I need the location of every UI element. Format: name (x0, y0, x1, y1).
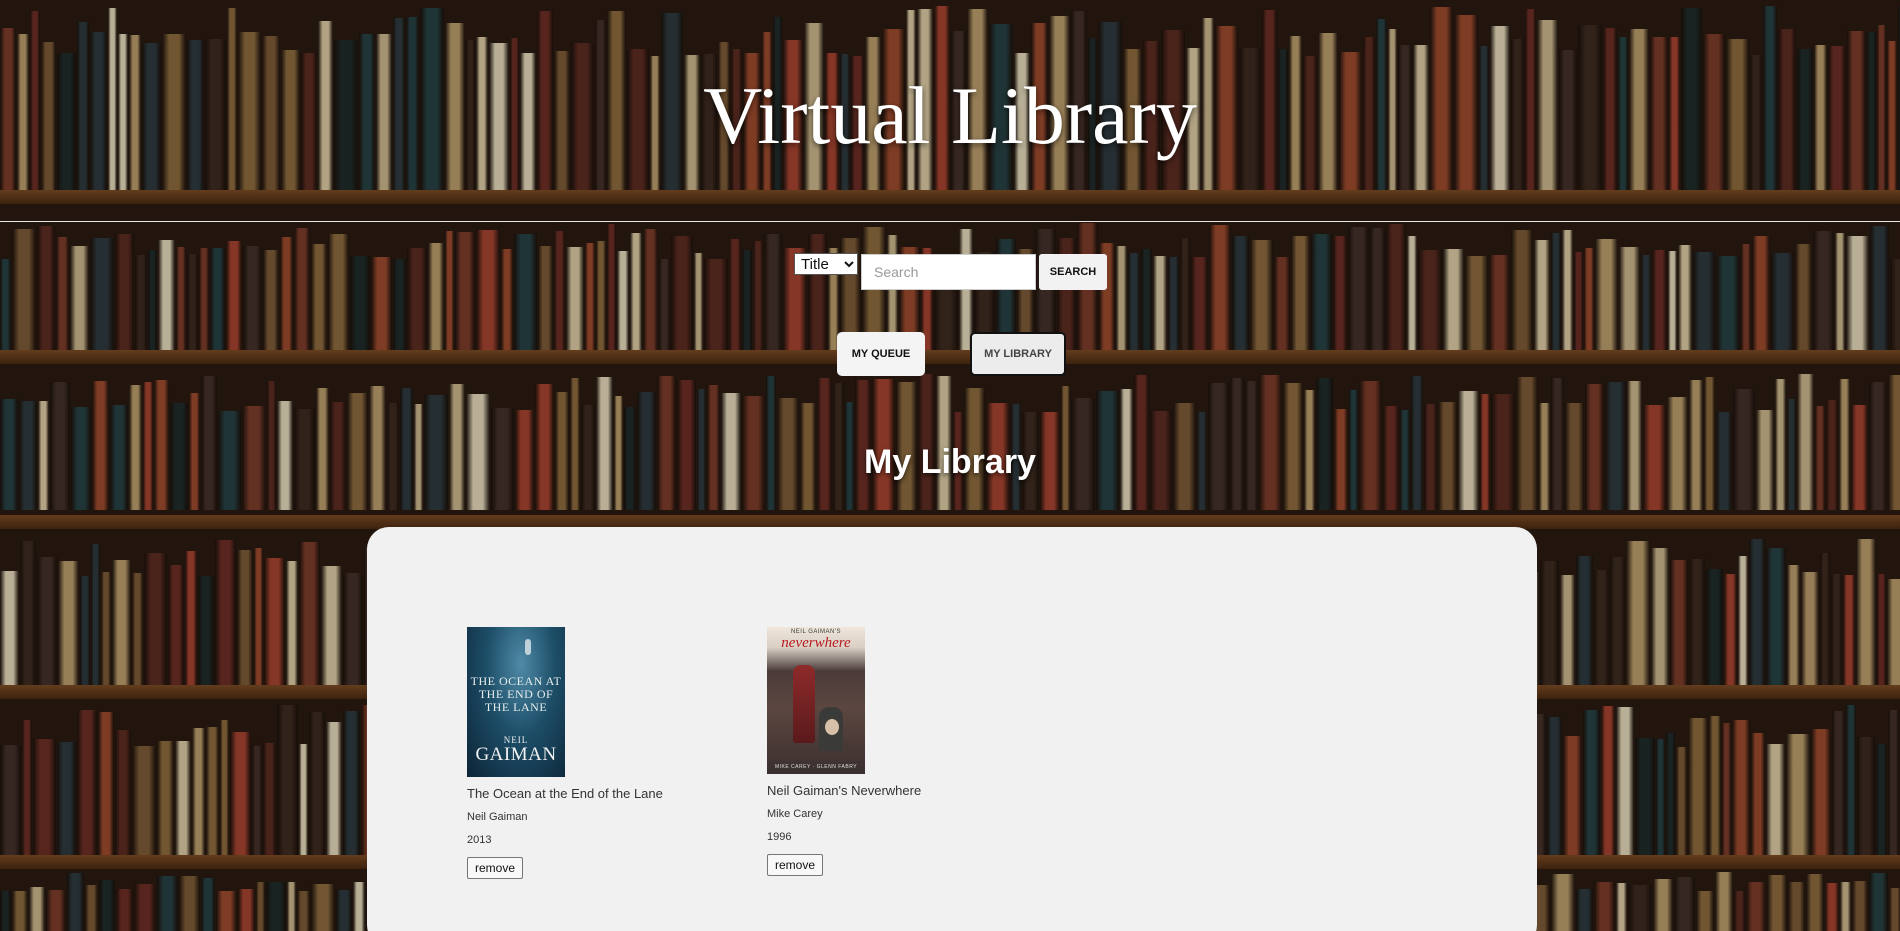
header-divider (0, 221, 1900, 222)
cover-author-last: GAIMAN (475, 744, 557, 765)
section-heading: My Library (864, 443, 1036, 481)
book-card: NEIL GAIMAN'S neverwhere MIKE CAREY · GL… (767, 627, 921, 876)
book-title: Neil Gaiman's Neverwhere (767, 783, 922, 798)
book-author: Mike Carey (767, 808, 823, 820)
cover-title-text: neverwhere (781, 635, 851, 651)
cover-author-text: NEIL GAIMAN (467, 735, 565, 765)
search-type-select[interactable]: Title (794, 253, 858, 275)
cover-title-text: THE OCEAN AT THE END OF THE LANE (470, 674, 562, 714)
book-title: The Ocean at the End of the Lane (467, 786, 663, 801)
cover-figure (793, 665, 815, 743)
cover-figure (525, 639, 531, 655)
cover-figure-face (825, 719, 839, 735)
remove-button[interactable]: remove (467, 857, 524, 879)
search-button[interactable]: SEARCH (1039, 254, 1107, 290)
book-card: THE OCEAN AT THE END OF THE LANE NEIL GA… (467, 627, 663, 879)
book-year: 1996 (767, 831, 792, 843)
site-title: Virtual Library (703, 70, 1197, 161)
remove-button[interactable]: remove (767, 854, 824, 876)
book-cover-image[interactable]: NEIL GAIMAN'S neverwhere MIKE CAREY · GL… (767, 627, 865, 774)
book-year: 2013 (467, 834, 492, 846)
my-queue-button[interactable]: MY QUEUE (837, 332, 925, 376)
my-library-button[interactable]: MY LIBRARY (970, 332, 1066, 376)
book-author: Neil Gaiman (467, 811, 528, 823)
search-input[interactable] (861, 254, 1036, 290)
book-cover-image[interactable]: THE OCEAN AT THE END OF THE LANE NEIL GA… (467, 627, 565, 777)
library-panel: THE OCEAN AT THE END OF THE LANE NEIL GA… (367, 527, 1537, 931)
cover-credit-text: MIKE CAREY · GLENN FABRY (774, 764, 858, 770)
search-bar: Title SEARCH (794, 253, 1107, 291)
